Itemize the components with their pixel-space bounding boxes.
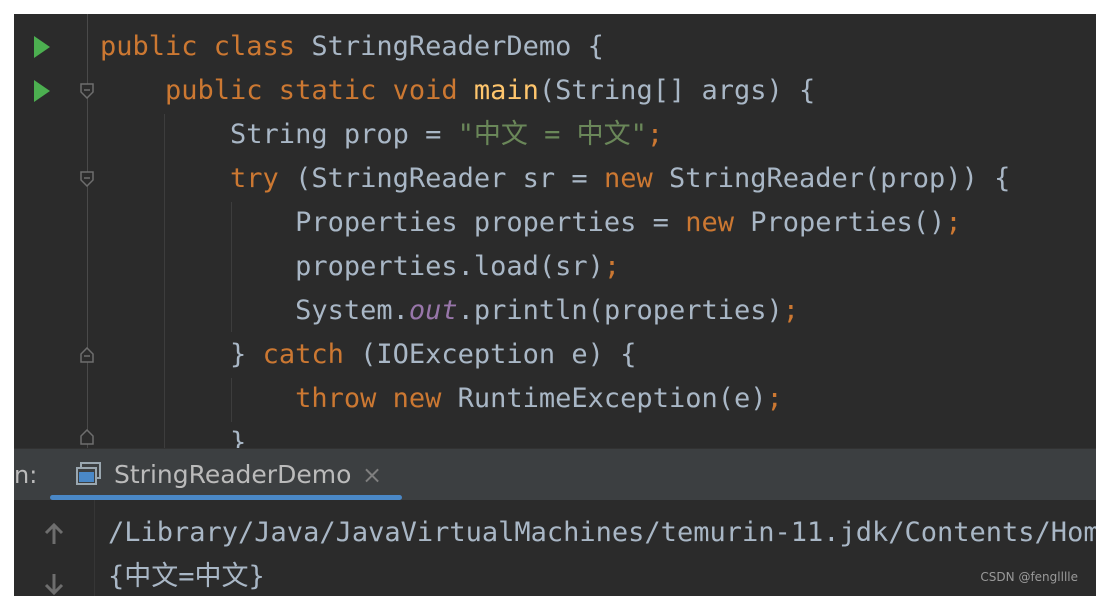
code-line[interactable]: } <box>100 421 1010 448</box>
code-token: String prop = <box>100 119 458 150</box>
code-token: ; <box>782 295 800 326</box>
code-token: new <box>603 163 669 194</box>
code-line[interactable]: System.out.println(properties); <box>100 289 1010 333</box>
fold-marker-icon[interactable] <box>80 347 94 363</box>
code-token: Properties properties = <box>100 207 686 238</box>
tab-string-reader-demo[interactable]: StringReaderDemo × <box>50 449 402 501</box>
code-token: ; <box>945 207 962 238</box>
code-token: catch <box>262 339 361 370</box>
run-toolwindow-header: n: StringReaderDemo × <box>14 448 1096 500</box>
code-token: Properties() <box>750 207 946 238</box>
run-main-play-icon[interactable] <box>34 80 50 102</box>
code-token: new <box>685 207 751 238</box>
console-output[interactable]: /Library/Java/JavaVirtualMachines/temuri… <box>14 500 1096 596</box>
code-line[interactable]: public class StringReaderDemo { <box>100 25 1010 69</box>
editor-gutter <box>14 14 100 448</box>
fold-marker-icon[interactable] <box>80 171 94 187</box>
console-line-command: /Library/Java/JavaVirtualMachines/temuri… <box>108 517 1096 548</box>
console-line-output: {中文=中文} <box>108 561 265 592</box>
code-line[interactable]: throw new RuntimeException(e); <box>100 377 1010 421</box>
code-line[interactable]: String prop = "中文 = 中文"; <box>100 113 1010 157</box>
code-line[interactable]: Properties properties = new Properties()… <box>100 201 1010 245</box>
code-token: ; <box>603 251 621 282</box>
watermark: CSDN @fenglllle <box>980 570 1078 584</box>
code-token: try <box>100 163 296 194</box>
code-line[interactable]: try (StringReader sr = new StringReader(… <box>100 157 1010 201</box>
arrow-down-icon[interactable] <box>40 570 68 596</box>
tab-label: StringReaderDemo <box>114 460 352 489</box>
code-token: } <box>100 427 247 448</box>
code-token: StringReader(prop)) { <box>668 163 1011 194</box>
code-token: ; <box>646 119 664 150</box>
code-line[interactable]: public static void main(String[] args) { <box>100 69 1010 113</box>
code-editor[interactable]: public class StringReaderDemo { public s… <box>14 14 1096 448</box>
code-token: (String[] args) { <box>538 75 816 106</box>
code-token: public class <box>100 31 312 62</box>
code-token: (StringReader sr = <box>295 163 604 194</box>
console-toolbar <box>14 500 95 596</box>
code-line[interactable]: } catch (IOException e) { <box>100 333 1010 377</box>
code-token: "中文 = 中文" <box>457 119 647 150</box>
fold-marker-icon[interactable] <box>80 83 94 99</box>
code-token: (IOException e) { <box>360 339 637 370</box>
code-token: .println(properties) <box>457 295 783 326</box>
ide-window: public class StringReaderDemo { public s… <box>14 14 1096 596</box>
code-token: out <box>408 295 458 326</box>
run-label: n: <box>14 461 38 489</box>
console-lines: /Library/Java/JavaVirtualMachines/temuri… <box>108 511 1096 596</box>
code-token: System. <box>100 295 409 326</box>
gutter-separator <box>87 14 88 448</box>
code-token: public static void <box>100 75 474 106</box>
code-token: } <box>100 339 263 370</box>
code-token: StringReaderDemo { <box>311 31 604 62</box>
code-line[interactable]: properties.load(sr); <box>100 245 1010 289</box>
code-token: throw new <box>100 383 458 414</box>
code-token: properties.load(sr) <box>100 251 604 282</box>
run-class-play-icon[interactable] <box>34 36 50 58</box>
arrow-up-icon[interactable] <box>40 520 68 548</box>
code-token: main <box>473 75 539 106</box>
close-icon[interactable]: × <box>362 449 382 501</box>
code-lines[interactable]: public class StringReaderDemo { public s… <box>100 25 1010 448</box>
code-token: RuntimeException(e) <box>457 383 767 414</box>
code-token: ; <box>766 383 783 414</box>
fold-marker-icon[interactable] <box>80 429 94 445</box>
console-window-icon <box>76 462 101 485</box>
